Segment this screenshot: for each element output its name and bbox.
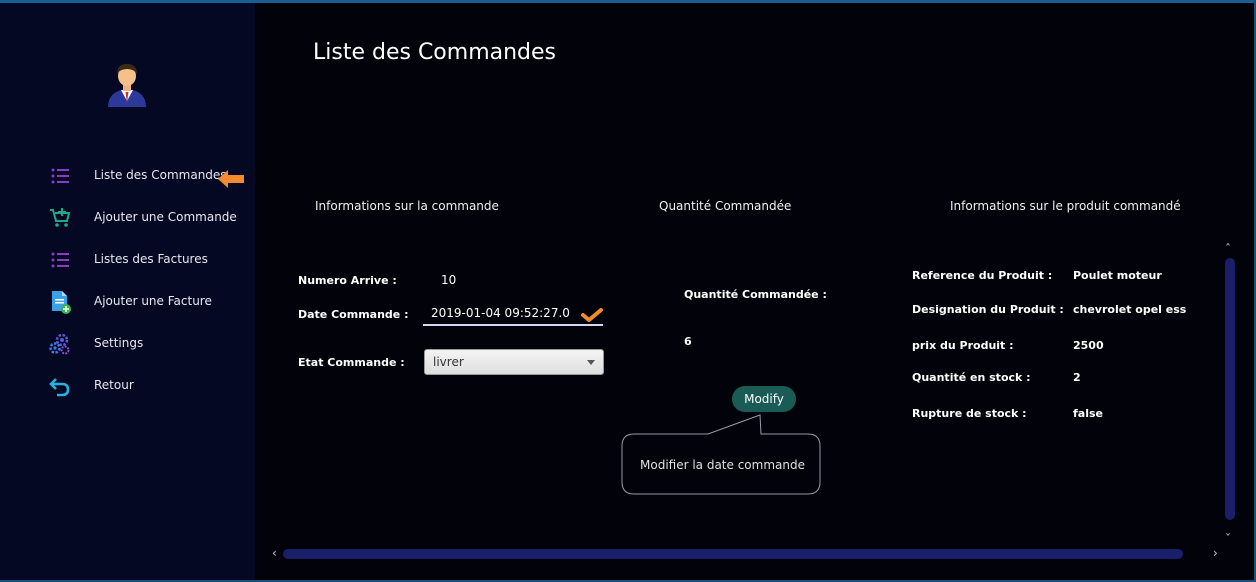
scroll-right-arrow-icon[interactable]: ›: [1213, 546, 1218, 560]
designation-produit-label: Designation du Produit :: [912, 303, 1064, 316]
sidebar-item-label: Liste des Commandes: [94, 168, 227, 182]
sidebar-item-retour[interactable]: Retour: [48, 374, 253, 398]
sidebar-item-listes-factures[interactable]: Listes des Factures: [48, 248, 253, 272]
page-title: Liste des Commandes: [313, 40, 557, 65]
undo-icon: [49, 378, 70, 397]
sidebar-item-settings[interactable]: Settings: [48, 332, 253, 356]
etat-commande-label: Etat Commande :: [298, 356, 405, 369]
rupture-stock-label: Rupture de stock :: [912, 407, 1027, 420]
list-icon: [51, 168, 69, 184]
date-commande-field[interactable]: 2019-01-04 09:52:27.0: [423, 303, 603, 326]
scroll-left-arrow-icon[interactable]: ‹: [272, 546, 277, 560]
numero-arrive-label: Numero Arrive :: [298, 274, 397, 287]
section-heading-quantite: Quantité Commandée: [659, 199, 792, 213]
document-add-icon: [52, 291, 71, 314]
user-avatar-icon: [108, 64, 146, 107]
sidebar-item-label: Ajouter une Commande: [94, 210, 237, 224]
reference-produit-label: Reference du Produit :: [912, 269, 1053, 282]
section-heading-produit: Informations sur le produit commandé: [950, 199, 1181, 213]
chevron-down-icon: [587, 360, 595, 365]
scroll-down-arrow-icon[interactable]: ˇ: [1225, 532, 1231, 546]
active-arrow-icon: [218, 170, 244, 188]
date-commande-label: Date Commande :: [298, 308, 409, 321]
sidebar-item-ajouter-facture[interactable]: Ajouter une Facture: [48, 290, 253, 314]
sidebar-item-label: Ajouter une Facture: [94, 294, 212, 308]
prix-produit-value: 2500: [1073, 339, 1104, 352]
quantite-stock-label: Quantité en stock :: [912, 371, 1031, 384]
quantite-stock-value: 2: [1073, 371, 1081, 384]
gears-icon: [49, 333, 70, 355]
horizontal-scrollbar-thumb[interactable]: [283, 549, 1183, 559]
tooltip-bubble: [621, 414, 821, 495]
reference-produit-value: Poulet moteur: [1073, 269, 1162, 282]
prix-produit-label: prix du Produit :: [912, 339, 1014, 352]
etat-commande-select[interactable]: livrer: [424, 349, 604, 375]
numero-arrive-value: 10: [441, 273, 457, 287]
scroll-up-arrow-icon[interactable]: ˆ: [1225, 242, 1231, 256]
sidebar: Liste des Commandes Ajouter une Commande…: [0, 3, 255, 582]
tooltip-text: Modifier la date commande: [640, 458, 805, 472]
vertical-scrollbar-thumb[interactable]: [1225, 258, 1235, 520]
sidebar-item-ajouter-commande[interactable]: Ajouter une Commande: [48, 206, 253, 230]
section-heading-commande: Informations sur la commande: [315, 199, 499, 213]
etat-commande-selected-value: livrer: [433, 355, 464, 369]
quantite-commandee-value: 6: [684, 335, 692, 348]
rupture-stock-value: false: [1073, 407, 1103, 420]
sidebar-item-label: Listes des Factures: [94, 252, 208, 266]
list-icon: [51, 252, 69, 268]
designation-produit-value: chevrolet opel ess: [1073, 303, 1187, 316]
cart-add-icon: [50, 208, 71, 227]
modify-button[interactable]: Modify: [732, 386, 796, 412]
checkmark-icon[interactable]: [581, 307, 603, 323]
sidebar-item-label: Retour: [94, 378, 134, 392]
sidebar-item-label: Settings: [94, 336, 144, 350]
quantite-commandee-label: Quantité Commandée :: [684, 288, 827, 301]
